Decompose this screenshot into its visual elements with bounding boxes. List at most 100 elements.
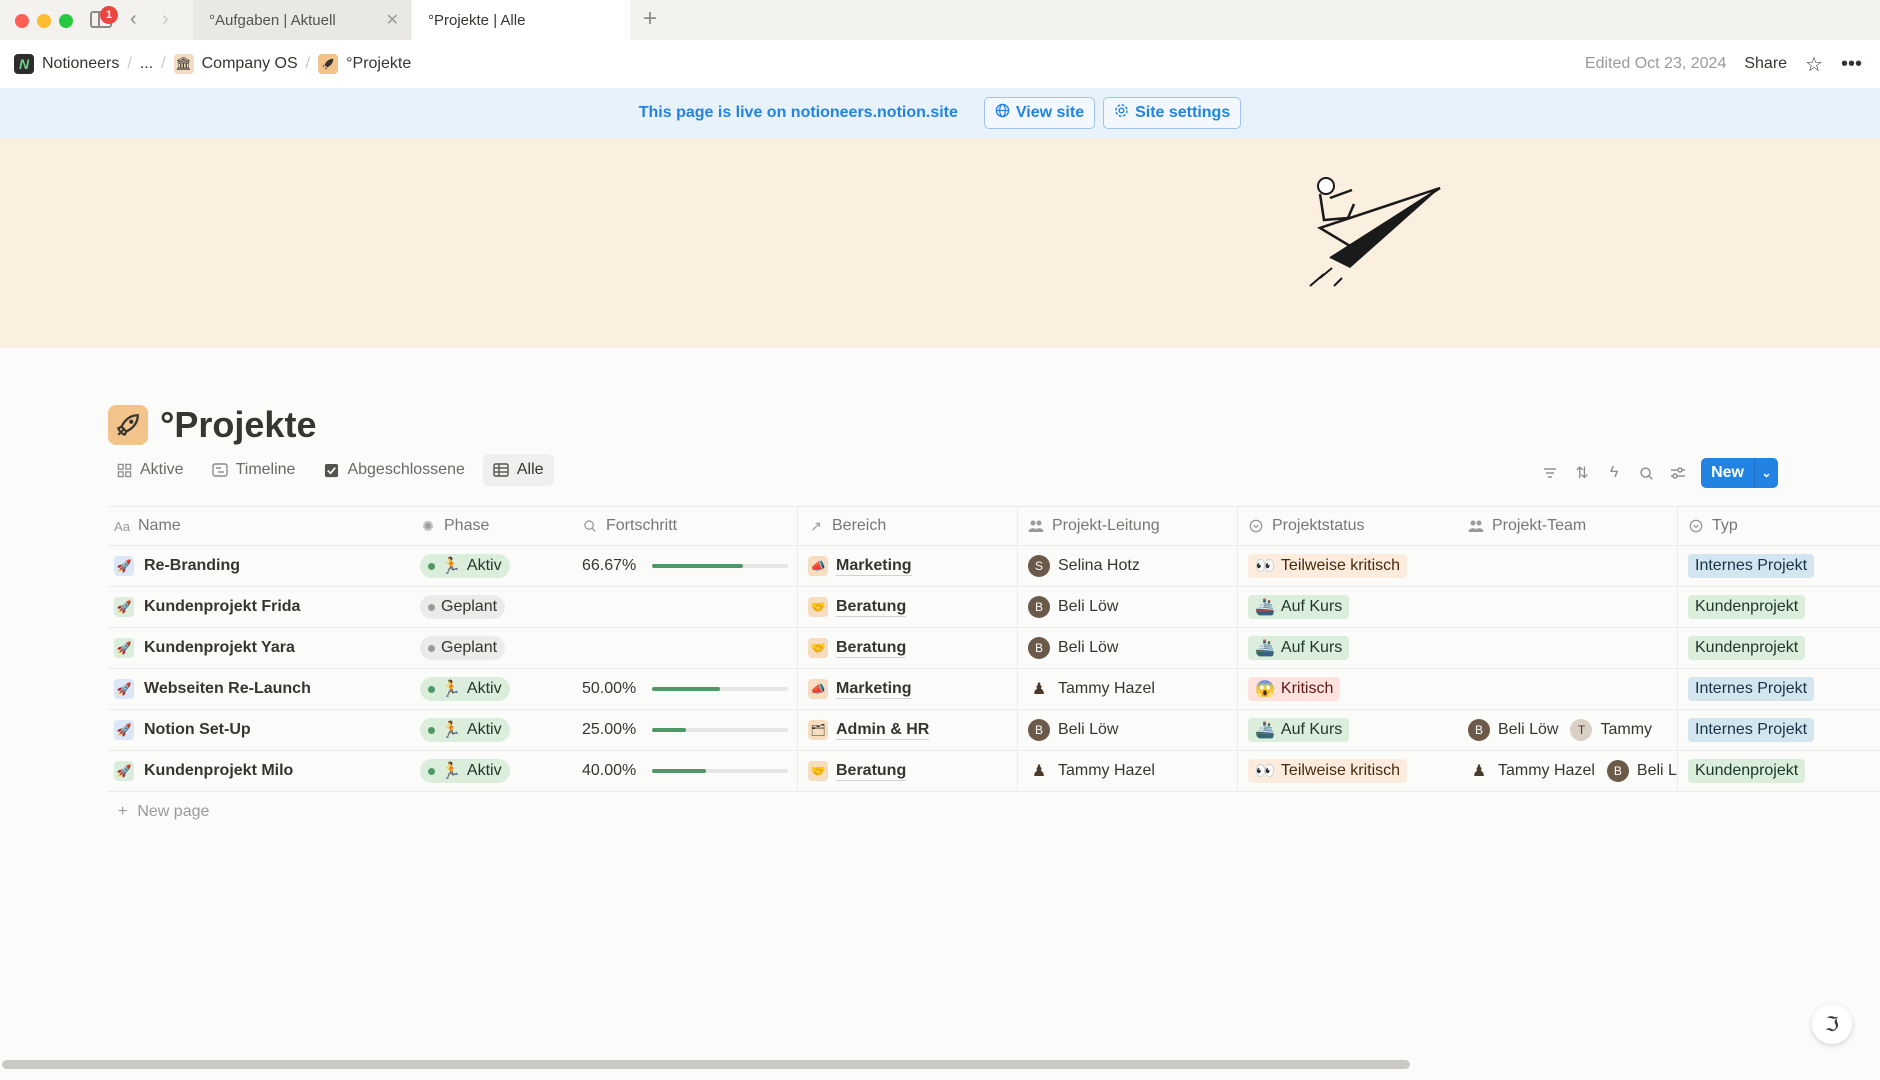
cell-projekt-leitung[interactable]: ♟ Tammy Hazel <box>1018 751 1238 791</box>
new-tab-button[interactable]: + <box>643 7 657 31</box>
cell-phase[interactable]: 🏃 Aktiv <box>414 669 576 709</box>
table-row[interactable]: 🚀 Kundenprojekt Yara Geplant 🤝 Beratung … <box>108 628 1880 669</box>
bereich-link[interactable]: Marketing <box>836 680 912 699</box>
close-window-button[interactable] <box>15 14 29 28</box>
cell-bereich[interactable]: 🗂 Admin & HR <box>798 710 1018 750</box>
minimize-window-button[interactable] <box>37 14 51 28</box>
cell-projekt-leitung[interactable]: B Beli Löw <box>1018 628 1238 668</box>
breadcrumb-projekte[interactable]: °Projekte <box>318 50 411 78</box>
cell-name[interactable]: 🚀 Kundenprojekt Frida <box>108 587 414 627</box>
cell-phase[interactable]: Geplant <box>414 587 576 627</box>
cell-projektstatus[interactable]: 🚢 Auf Kurs <box>1238 710 1458 750</box>
cell-phase[interactable]: 🏃 Aktiv <box>414 751 576 791</box>
cell-projektstatus[interactable]: 👀 Teilweise kritisch <box>1238 546 1458 586</box>
cell-projekt-team[interactable] <box>1458 546 1678 586</box>
cell-fortschritt[interactable]: 40.00% <box>576 751 798 791</box>
view-tab-abgeschlossene[interactable]: Abgeschlossene <box>313 454 474 486</box>
cell-projekt-leitung[interactable]: B Beli Löw <box>1018 587 1238 627</box>
cell-phase[interactable]: 🏃 Aktiv <box>414 546 576 586</box>
search-icon[interactable] <box>1637 464 1655 482</box>
cell-projekt-leitung[interactable]: ♟ Tammy Hazel <box>1018 669 1238 709</box>
table-row[interactable]: 🚀 Re-Branding 🏃 Aktiv 66.67% 📣 Marketing … <box>108 546 1880 587</box>
new-button[interactable]: New ⌄ <box>1701 458 1778 488</box>
view-site-button[interactable]: View site <box>983 97 1096 129</box>
cell-projektstatus[interactable]: 😱 Kritisch <box>1238 669 1458 709</box>
bereich-link[interactable]: Beratung <box>836 639 907 658</box>
new-button-label[interactable]: New <box>1701 458 1754 488</box>
rocket-icon[interactable] <box>108 405 148 445</box>
cell-bereich[interactable]: 🤝 Beratung <box>798 751 1018 791</box>
breadcrumb-workspace[interactable]: N Notioneers <box>14 50 119 78</box>
scrollbar-thumb[interactable] <box>2 1060 1410 1069</box>
forward-arrow-icon[interactable]: › <box>162 9 169 29</box>
cell-name[interactable]: 🚀 Kundenprojekt Yara <box>108 628 414 668</box>
bereich-link[interactable]: Admin & HR <box>836 721 930 740</box>
cell-fortschritt[interactable]: 50.00% <box>576 669 798 709</box>
chevron-down-icon[interactable]: ⌄ <box>1754 458 1778 488</box>
settings-sliders-icon[interactable] <box>1669 464 1687 482</box>
cell-typ[interactable]: Internes Projekt <box>1678 710 1878 750</box>
horizontal-scrollbar[interactable] <box>0 1060 1880 1070</box>
view-tab-alle[interactable]: Alle <box>482 454 554 486</box>
cell-name[interactable]: 🚀 Webseiten Re-Launch <box>108 669 414 709</box>
more-options-icon[interactable]: ••• <box>1841 53 1862 76</box>
cell-fortschritt[interactable]: 25.00% <box>576 710 798 750</box>
cell-projekt-leitung[interactable]: S Selina Hotz <box>1018 546 1238 586</box>
bereich-link[interactable]: Beratung <box>836 598 907 617</box>
cell-phase[interactable]: 🏃 Aktiv <box>414 710 576 750</box>
cell-projektstatus[interactable]: 👀 Teilweise kritisch <box>1238 751 1458 791</box>
back-arrow-icon[interactable]: ‹ <box>130 9 137 29</box>
column-header-name[interactable]: Aa Name <box>108 507 414 545</box>
project-name[interactable]: Re-Branding <box>144 557 240 575</box>
column-header-typ[interactable]: Typ <box>1678 507 1878 545</box>
cell-projekt-team[interactable]: B Beli Löw T Tammy <box>1458 710 1678 750</box>
table-row[interactable]: 🚀 Kundenprojekt Milo 🏃 Aktiv 40.00% 🤝 Ber… <box>108 751 1880 792</box>
tab-projekte[interactable]: °Projekte | Alle <box>412 0 630 40</box>
cell-projekt-leitung[interactable]: B Beli Löw <box>1018 710 1238 750</box>
cell-projektstatus[interactable]: 🚢 Auf Kurs <box>1238 587 1458 627</box>
project-name[interactable]: Kundenprojekt Yara <box>144 639 295 657</box>
column-header-projekt-team[interactable]: Projekt-Team <box>1458 507 1678 545</box>
maximize-window-button[interactable] <box>59 14 73 28</box>
tab-aufgaben[interactable]: °Aufgaben | Aktuell ✕ <box>193 0 411 40</box>
live-site-text[interactable]: This page is live on notioneers.notion.s… <box>639 104 958 122</box>
cell-phase[interactable]: Geplant <box>414 628 576 668</box>
project-name[interactable]: Notion Set-Up <box>144 721 251 739</box>
filter-icon[interactable] <box>1541 464 1559 482</box>
cell-projekt-team[interactable]: ♟ Tammy Hazel B Beli Löw <box>1458 751 1678 791</box>
share-button[interactable]: Share <box>1744 55 1787 73</box>
table-row[interactable]: 🚀 Notion Set-Up 🏃 Aktiv 25.00% 🗂 Admin & … <box>108 710 1880 751</box>
lightning-icon[interactable]: ϟ <box>1605 464 1623 482</box>
cell-typ[interactable]: Internes Projekt <box>1678 546 1878 586</box>
table-row[interactable]: 🚀 Kundenprojekt Frida Geplant 🤝 Beratung… <box>108 587 1880 628</box>
cell-bereich[interactable]: 🤝 Beratung <box>798 628 1018 668</box>
column-header-bereich[interactable]: ↗ Bereich <box>798 507 1018 545</box>
cell-projekt-team[interactable] <box>1458 669 1678 709</box>
cell-fortschritt[interactable] <box>576 628 798 668</box>
bereich-link[interactable]: Marketing <box>836 557 912 576</box>
cell-name[interactable]: 🚀 Kundenprojekt Milo <box>108 751 414 791</box>
bereich-link[interactable]: Beratung <box>836 762 907 781</box>
cell-fortschritt[interactable] <box>576 587 798 627</box>
breadcrumb-company-os[interactable]: 🏛 Company OS <box>173 50 298 78</box>
view-tab-timeline[interactable]: Timeline <box>202 454 306 486</box>
cell-typ[interactable]: Kundenprojekt <box>1678 751 1878 791</box>
column-header-projekt-leitung[interactable]: Projekt-Leitung <box>1018 507 1238 545</box>
column-header-projektstatus[interactable]: Projektstatus <box>1238 507 1458 545</box>
view-tab-aktive[interactable]: Aktive <box>106 454 194 486</box>
cell-bereich[interactable]: 📣 Marketing <box>798 546 1018 586</box>
site-settings-button[interactable]: Site settings <box>1103 97 1242 129</box>
new-page-row[interactable]: + New page <box>108 792 1880 832</box>
cell-bereich[interactable]: 🤝 Beratung <box>798 587 1018 627</box>
cell-projektstatus[interactable]: 🚢 Auf Kurs <box>1238 628 1458 668</box>
column-header-fortschritt[interactable]: Fortschritt <box>576 507 798 545</box>
cell-name[interactable]: 🚀 Notion Set-Up <box>108 710 414 750</box>
sort-icon[interactable]: ⇅ <box>1573 464 1591 482</box>
project-name[interactable]: Kundenprojekt Milo <box>144 762 293 780</box>
cell-typ[interactable]: Kundenprojekt <box>1678 587 1878 627</box>
cell-typ[interactable]: Kundenprojekt <box>1678 628 1878 668</box>
breadcrumb-ellipsis[interactable]: ... <box>140 50 153 78</box>
cell-fortschritt[interactable]: 66.67% <box>576 546 798 586</box>
project-name[interactable]: Kundenprojekt Frida <box>144 598 300 616</box>
page-cover[interactable] <box>0 138 1880 348</box>
